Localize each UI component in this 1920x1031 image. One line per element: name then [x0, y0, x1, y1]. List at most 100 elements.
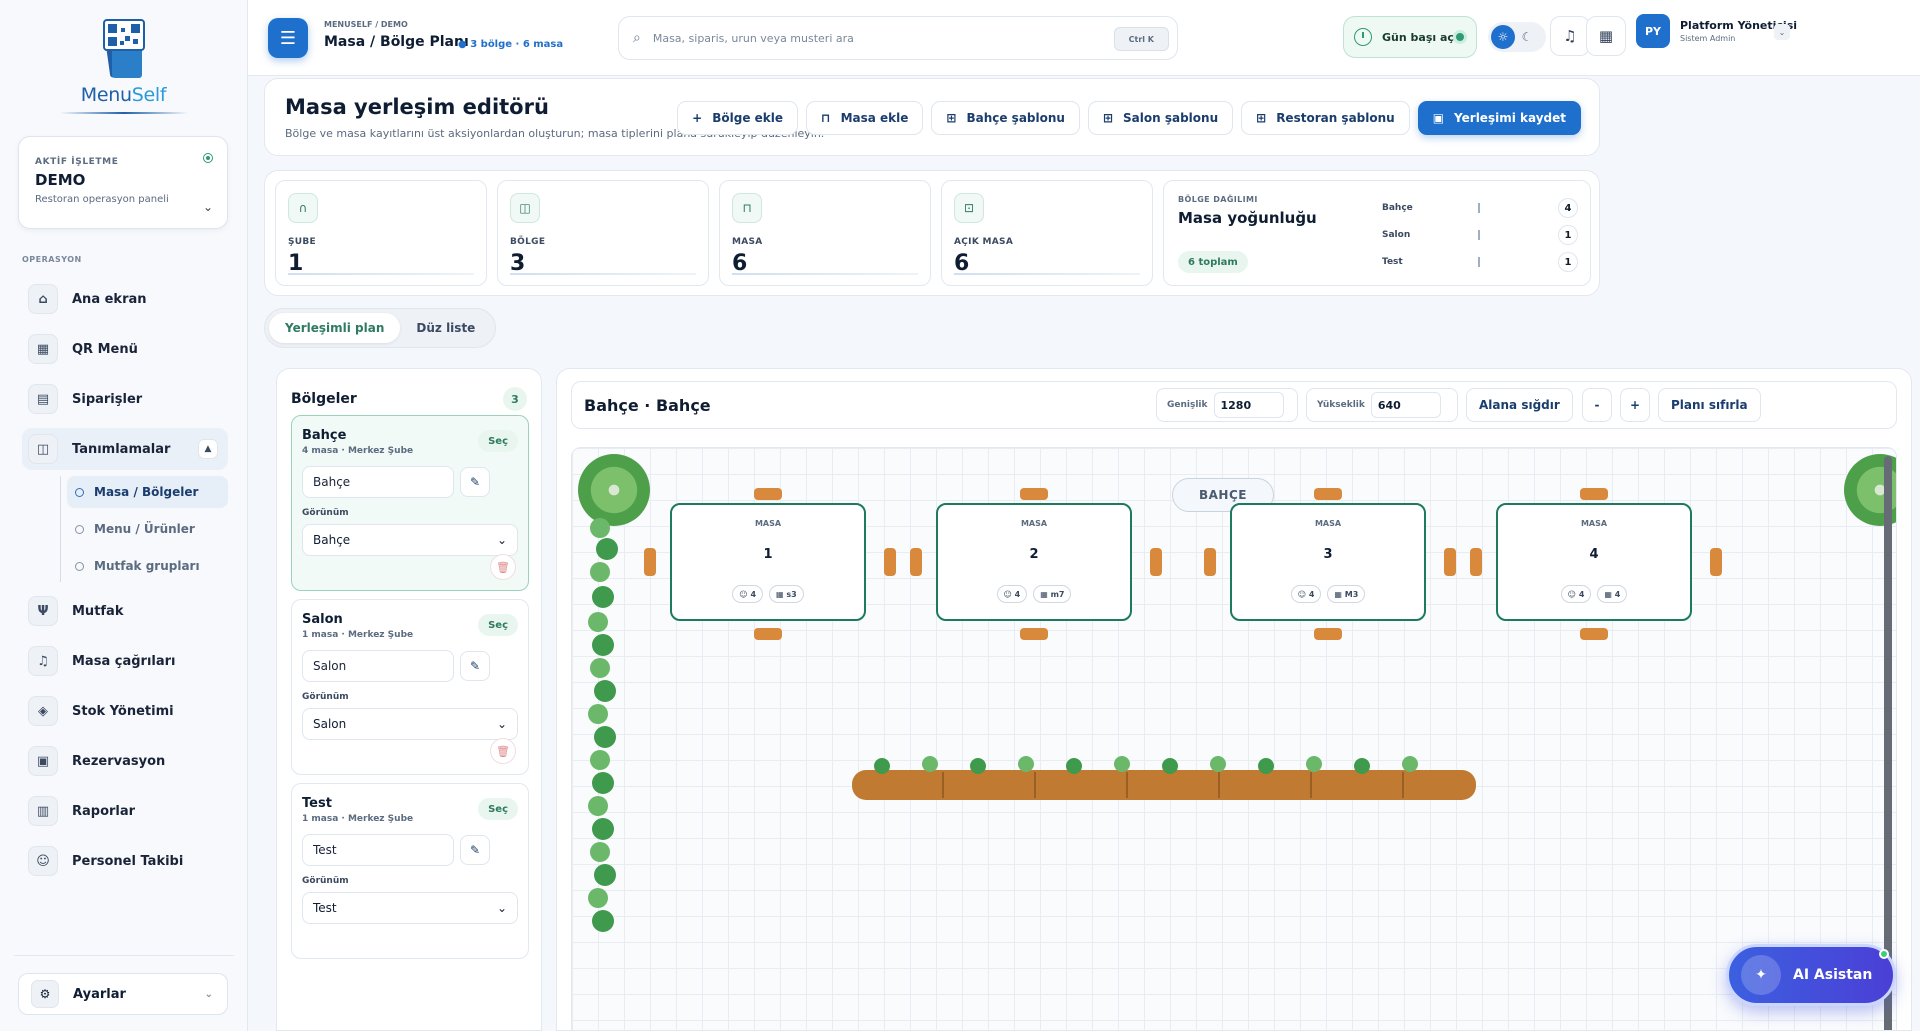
restaurant-template-button[interactable]: ⊞ Restoran şablonu — [1241, 101, 1410, 135]
settings-button[interactable]: ⚙ Ayarlar ⌄ — [18, 973, 228, 1015]
delete-icon[interactable]: 🗑 — [490, 554, 516, 580]
sidebar-item-stock[interactable]: ◈ Stok Yönetimi — [22, 690, 228, 732]
table-card[interactable]: MASA 3 ☺ 4 ▦ M3 — [1230, 503, 1426, 621]
bullet-icon — [75, 524, 84, 534]
code-chip: ▦ M3 — [1327, 585, 1366, 603]
calendar-button[interactable]: ▦ — [1586, 16, 1626, 56]
save-layout-button[interactable]: ▣ Yerleşimi kaydet — [1417, 101, 1581, 135]
users-icon: ☺ — [1297, 589, 1307, 599]
salon-template-button[interactable]: ⊞ Salon şablonu — [1087, 101, 1234, 135]
appearance-select[interactable]: Test ⌄ — [302, 892, 518, 924]
edit-icon[interactable]: ✎ — [460, 651, 490, 681]
plan-scrollbar[interactable] — [1884, 456, 1892, 1030]
region-card[interactable]: Salon 1 masa · Merkez Şube Seç ✎ Görünüm… — [291, 599, 529, 775]
region-name-input[interactable] — [302, 650, 454, 682]
sidebar-item-label: Personel Takibi — [72, 853, 184, 869]
sidebar-item-home[interactable]: ⌂ Ana ekran — [22, 278, 228, 320]
tab-layout-plan[interactable]: Yerleşimli plan — [269, 313, 401, 343]
subnav-item-menu-products[interactable]: Menu / Ürünler — [67, 513, 228, 545]
add-region-button[interactable]: + Bölge ekle — [677, 101, 799, 135]
region-card[interactable]: Test 1 masa · Merkez Şube Seç ✎ Görünüm … — [291, 783, 529, 959]
appearance-select[interactable]: Salon ⌄ — [302, 708, 518, 740]
status-dot-icon — [203, 153, 213, 163]
code-chip: ▦ 4 — [1597, 585, 1628, 603]
select-region-button[interactable]: Seç — [478, 430, 518, 452]
sidebar-item-table-calls[interactable]: ♫ Masa çağrıları — [22, 640, 228, 682]
users-icon: ☺ — [1567, 589, 1577, 599]
region-card[interactable]: Bahçe 4 masa · Merkez Şube Seç ✎ Görünüm… — [291, 415, 529, 591]
add-table-button[interactable]: ⊓ Masa ekle — [806, 101, 924, 135]
floor-plan[interactable]: BAHÇE MASA 1 ☺ 4 ▦ s3 MASA 2 ☺ 4 ▦ m7 MA… — [571, 447, 1897, 1030]
appearance-select[interactable]: Bahçe ⌄ — [302, 524, 518, 556]
table-icon: ⊓ — [732, 193, 762, 223]
reset-plan-button[interactable]: Planı sıfırla — [1658, 388, 1761, 422]
edit-icon[interactable]: ✎ — [460, 467, 490, 497]
stat-label: BÖLGE — [510, 237, 546, 247]
sidebar-item-qr-menu[interactable]: ▦ QR Menü — [22, 328, 228, 370]
business-switcher[interactable]: AKTİF İŞLETME DEMO Restoran operasyon pa… — [18, 136, 228, 229]
delete-icon[interactable]: 🗑 — [490, 738, 516, 764]
subnav-item-tables-regions[interactable]: Masa / Bölgeler — [67, 476, 228, 508]
stat-bar — [732, 273, 918, 275]
bench-slat — [1402, 772, 1404, 798]
search-input[interactable] — [652, 31, 1093, 45]
qr-icon: ▦ — [1040, 589, 1048, 599]
width-input[interactable]: 1280 — [1213, 392, 1284, 418]
theme-toggle[interactable]: ☼ ☾ — [1488, 22, 1546, 52]
users-icon: ☺ — [28, 846, 58, 876]
table-card[interactable]: MASA 2 ☺ 4 ▦ m7 — [936, 503, 1132, 621]
bench-slat — [942, 772, 944, 798]
table-card[interactable]: MASA 1 ☺ 4 ▦ s3 — [670, 503, 866, 621]
chair — [754, 628, 782, 640]
planter-bench[interactable] — [852, 770, 1476, 800]
zoom-in-button[interactable]: + — [1620, 388, 1650, 422]
ai-assistant-button[interactable]: ✦ AI Asistan — [1726, 944, 1896, 1006]
tab-flat-list[interactable]: Düz liste — [400, 313, 491, 343]
region-name-row: ✎ — [302, 466, 518, 498]
region-name-input[interactable] — [302, 834, 454, 866]
notifications-button[interactable]: ♫ — [1550, 16, 1590, 56]
page-meta: ● 3 bölge · 6 masa — [458, 39, 564, 50]
sun-icon[interactable]: ☼ — [1491, 25, 1515, 49]
fit-to-area-button[interactable]: Alana sığdır — [1466, 388, 1573, 422]
utensils-icon: Ψ — [28, 596, 58, 626]
chevron-down-icon[interactable]: ⌄ — [203, 200, 213, 214]
settings-icon: ⚙ — [31, 980, 59, 1008]
distribution-total-badge: 6 toplam — [1178, 251, 1248, 273]
region-distribution: BÖLGE DAĞILIMI Masa yoğunluğu 6 toplam B… — [1163, 180, 1591, 286]
sidebar-item-reservation[interactable]: ▣ Rezervasyon — [22, 740, 228, 782]
height-input[interactable]: 640 — [1370, 392, 1441, 418]
table-chips: ☺ 4 ▦ m7 — [938, 585, 1130, 603]
plus-icon: + — [692, 111, 703, 125]
moon-icon[interactable]: ☾ — [1515, 25, 1539, 49]
online-dot-icon — [1879, 949, 1889, 959]
day-status-button[interactable]: Gün başı açık — [1343, 16, 1477, 58]
sidebar-item-staff[interactable]: ☺ Personel Takibi — [22, 840, 228, 882]
sidebar-item-definitions[interactable]: ◫ Tanımlamalar ▲ — [22, 428, 228, 470]
select-region-button[interactable]: Seç — [478, 798, 518, 820]
subnav-item-kitchen-groups[interactable]: Mutfak grupları — [67, 550, 228, 582]
zoom-out-button[interactable]: - — [1582, 388, 1612, 422]
table-card[interactable]: MASA 4 ☺ 4 ▦ 4 — [1496, 503, 1692, 621]
logo[interactable]: MenuSelf — [0, 0, 247, 125]
select-region-button[interactable]: Seç — [478, 614, 518, 636]
sidebar-item-reports[interactable]: ▥ Raporlar — [22, 790, 228, 832]
chair — [754, 488, 782, 500]
user-menu[interactable]: PY Platform Yöneticisi Sistem Admin ⌄ — [1636, 14, 1797, 48]
garden-template-button[interactable]: ⊞ Bahçe şablonu — [931, 101, 1080, 135]
menu-toggle-button[interactable]: ☰ — [268, 18, 308, 58]
bush-decoration — [1162, 758, 1178, 774]
width-label: Genişlik — [1167, 400, 1208, 410]
edit-icon[interactable]: ✎ — [460, 835, 490, 865]
region-name-input[interactable] — [302, 466, 454, 498]
distribution-label: BÖLGE DAĞILIMI — [1178, 195, 1258, 204]
chair — [1580, 628, 1608, 640]
sidebar-item-orders[interactable]: ▤ Siparişler — [22, 378, 228, 420]
search-icon: ⌕ — [633, 30, 641, 46]
sidebar-item-kitchen[interactable]: Ψ Mutfak — [22, 590, 228, 632]
seats-value: 4 — [1308, 589, 1315, 599]
template-icon: ⊞ — [946, 111, 957, 125]
bush-decoration — [1018, 756, 1034, 772]
chevron-up-icon[interactable]: ▲ — [198, 439, 218, 459]
bush-decoration — [588, 612, 608, 632]
